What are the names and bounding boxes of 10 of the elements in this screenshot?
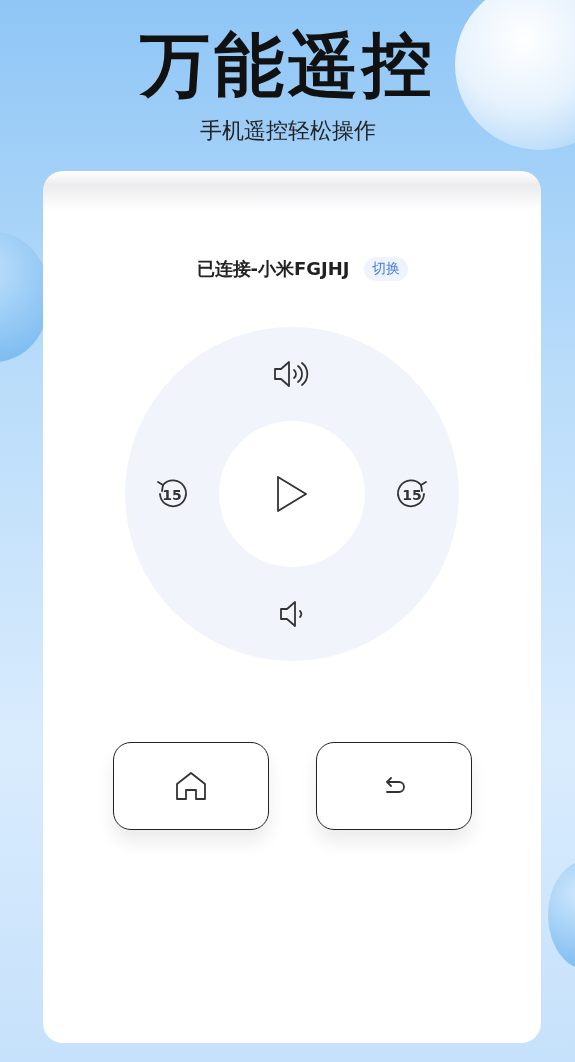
play-icon: [274, 474, 310, 514]
home-icon: [173, 770, 208, 802]
rewind-button[interactable]: 15: [151, 473, 193, 515]
switch-button[interactable]: 切换: [363, 257, 408, 281]
forward-button[interactable]: 15: [391, 473, 433, 515]
page-title: 万能遥控: [139, 24, 436, 106]
connection-status: 已连接-小米FGJHJ: [196, 257, 350, 281]
page-subtitle: 手机遥控轻松操作: [199, 117, 376, 145]
back-button[interactable]: [315, 742, 472, 830]
home-button[interactable]: [112, 742, 269, 830]
